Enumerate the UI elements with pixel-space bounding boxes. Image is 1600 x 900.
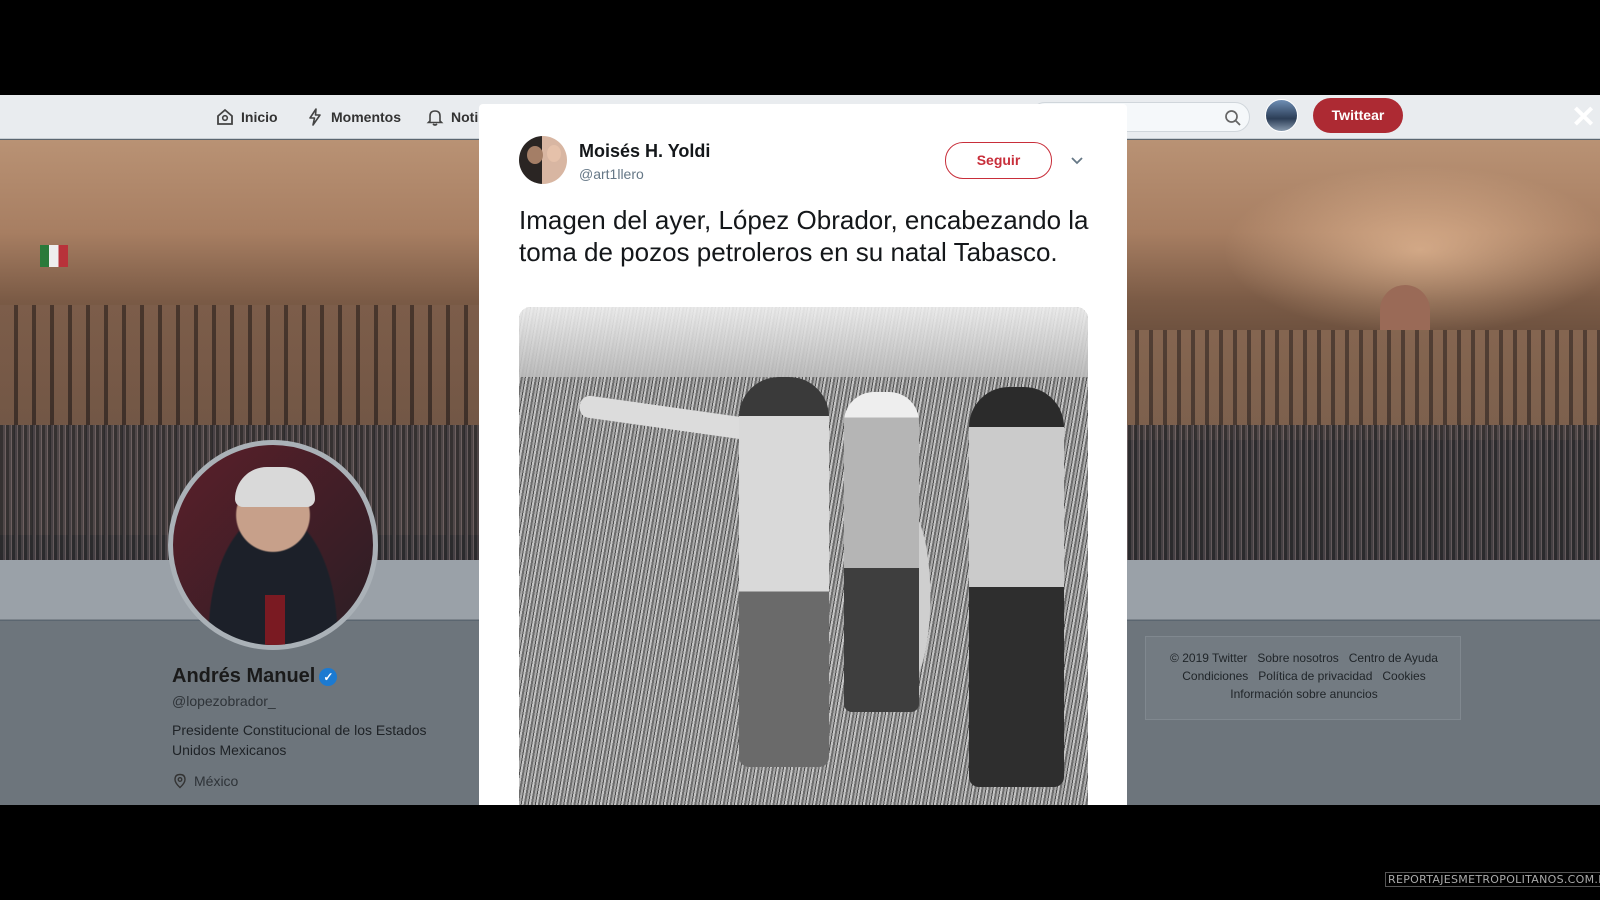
avatar-face-left — [527, 146, 543, 164]
twitter-screen: Inicio Momentos Noti r Twittear Andrés M… — [0, 95, 1600, 805]
banner-building-right — [1125, 330, 1600, 440]
avatar-tie — [265, 595, 285, 645]
footer-link-cookies[interactable]: Cookies — [1382, 669, 1425, 683]
profile-handle[interactable]: @lopezobrador_ — [172, 693, 276, 709]
footer-copyright: © 2019 Twitter — [1170, 651, 1248, 665]
avatar-face-right — [547, 145, 561, 162]
search-icon[interactable] — [1223, 108, 1243, 128]
avatar-hair — [235, 467, 315, 507]
profile-name-text: Andrés Manuel — [172, 665, 316, 687]
footer-link-privacy[interactable]: Política de privacidad — [1258, 669, 1372, 683]
lightning-icon — [309, 108, 321, 126]
account-avatar[interactable] — [1265, 99, 1298, 132]
profile-location-text: México — [194, 773, 239, 789]
photo-figure-center — [739, 377, 829, 767]
profile-name[interactable]: Andrés Manuel ✓ — [172, 665, 338, 688]
nav-home-label: Inicio — [241, 109, 278, 125]
nav-notifications[interactable]: Noti — [425, 107, 478, 127]
profile-bio: Presidente Constitucional de los Estados… — [172, 722, 427, 758]
nav-moments[interactable]: Momentos — [305, 107, 401, 127]
footer-links: © 2019 Twitter Sobre nosotros Centro de Ay… — [1146, 649, 1462, 703]
nav-home[interactable]: Inicio — [215, 107, 278, 127]
banner-flag — [40, 245, 68, 267]
banner-dome — [1380, 285, 1430, 330]
home-icon — [217, 108, 233, 125]
tweet-text: Imagen del ayer, López Obrador, encabeza… — [519, 205, 1089, 267]
profile-location: México — [172, 773, 238, 789]
nav-moments-label: Momentos — [331, 109, 401, 125]
footer-link-ads-info[interactable]: Información sobre anuncios — [1230, 687, 1377, 701]
follow-button[interactable]: Seguir — [945, 142, 1052, 179]
location-pin-icon — [174, 773, 186, 789]
watermark: REPORTAJESMETROPOLITANOS.COM.MX — [1385, 872, 1600, 887]
tweet-author-name[interactable]: Moisés H. Yoldi — [579, 141, 710, 162]
bell-icon — [426, 110, 444, 126]
photo-figure-right — [969, 387, 1064, 787]
tweet-author-handle[interactable]: @art1llero — [579, 166, 644, 182]
photo-pointing-arm — [578, 394, 760, 442]
tweet-photo[interactable] — [519, 307, 1088, 805]
tweet-modal: Moisés H. Yoldi @art1llero Seguir Imagen… — [479, 104, 1127, 805]
nav-notifications-label: Noti — [451, 109, 479, 125]
footer-link-help[interactable]: Centro de Ayuda — [1349, 651, 1438, 665]
footer-links-box: © 2019 Twitter Sobre nosotros Centro de Ay… — [1145, 636, 1461, 720]
tweet-author-avatar[interactable] — [519, 136, 567, 184]
profile-avatar[interactable] — [168, 440, 378, 650]
photo-figure-hat — [844, 392, 919, 712]
footer-link-about[interactable]: Sobre nosotros — [1257, 651, 1338, 665]
chevron-down-icon[interactable] — [1069, 152, 1085, 168]
footer-link-terms[interactable]: Condiciones — [1182, 669, 1248, 683]
close-icon[interactable]: ✕ — [1571, 103, 1596, 133]
photo-background-sky — [519, 307, 1088, 377]
tweet-button[interactable]: Twittear — [1313, 98, 1403, 133]
verified-badge-icon: ✓ — [319, 667, 338, 686]
